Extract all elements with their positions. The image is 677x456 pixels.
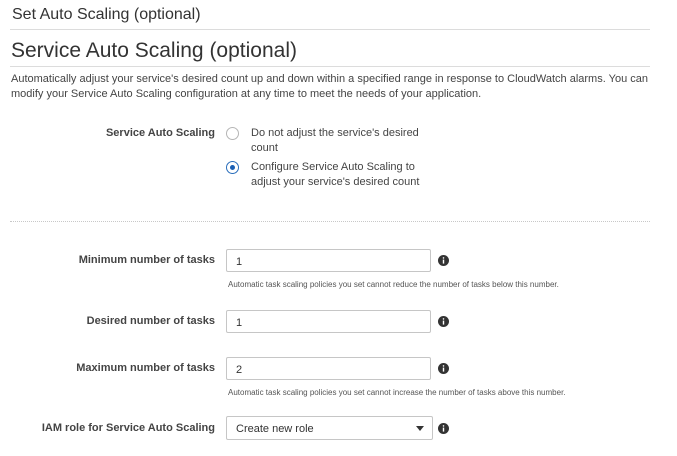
chevron-down-icon[interactable] bbox=[416, 426, 424, 431]
radio-do-not-adjust[interactable] bbox=[226, 127, 239, 140]
section-divider bbox=[10, 66, 650, 67]
max-tasks-label: Maximum number of tasks bbox=[76, 362, 215, 374]
min-tasks-label: Minimum number of tasks bbox=[78, 254, 215, 266]
service-auto-scaling-label: Service Auto Scaling bbox=[105, 127, 215, 139]
info-icon[interactable] bbox=[438, 363, 449, 374]
desired-tasks-input[interactable]: 1 bbox=[226, 310, 431, 333]
info-icon[interactable] bbox=[438, 255, 449, 266]
page-title: Set Auto Scaling (optional) bbox=[12, 6, 201, 23]
min-tasks-input[interactable]: 1 bbox=[226, 249, 431, 272]
radio-do-not-adjust-label[interactable]: Do not adjust the service's desired coun… bbox=[251, 126, 431, 156]
max-tasks-input[interactable]: 2 bbox=[226, 357, 431, 380]
info-icon[interactable] bbox=[438, 423, 449, 434]
iam-role-label: IAM role for Service Auto Scaling bbox=[41, 422, 215, 434]
min-tasks-help: Automatic task scaling policies you set … bbox=[228, 280, 559, 289]
desired-tasks-label: Desired number of tasks bbox=[86, 315, 215, 327]
section-description: Automatically adjust your service's desi… bbox=[11, 73, 648, 100]
iam-role-select[interactable]: Create new role bbox=[226, 416, 433, 440]
iam-role-selected-value: Create new role bbox=[236, 423, 314, 435]
max-tasks-help: Automatic task scaling policies you set … bbox=[228, 388, 566, 397]
section-title: Service Auto Scaling (optional) bbox=[11, 39, 297, 62]
section-separator bbox=[10, 221, 650, 222]
title-divider bbox=[10, 29, 650, 30]
info-icon[interactable] bbox=[438, 316, 449, 327]
radio-configure-auto-scaling[interactable] bbox=[226, 161, 239, 174]
radio-configure-auto-scaling-label[interactable]: Configure Service Auto Scaling to adjust… bbox=[251, 160, 431, 190]
